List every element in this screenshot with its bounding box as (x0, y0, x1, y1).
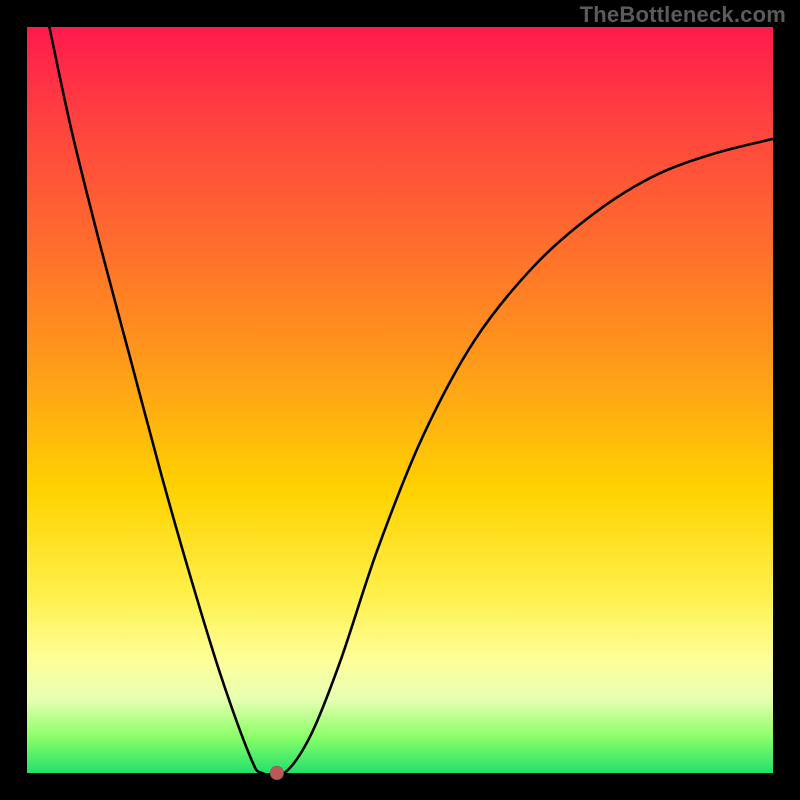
chart-frame: TheBottleneck.com (0, 0, 800, 800)
plot-area (27, 27, 773, 773)
minimum-marker (270, 766, 284, 780)
curve-svg (27, 27, 773, 773)
watermark-text: TheBottleneck.com (580, 2, 786, 28)
bottleneck-curve-path (49, 27, 773, 776)
